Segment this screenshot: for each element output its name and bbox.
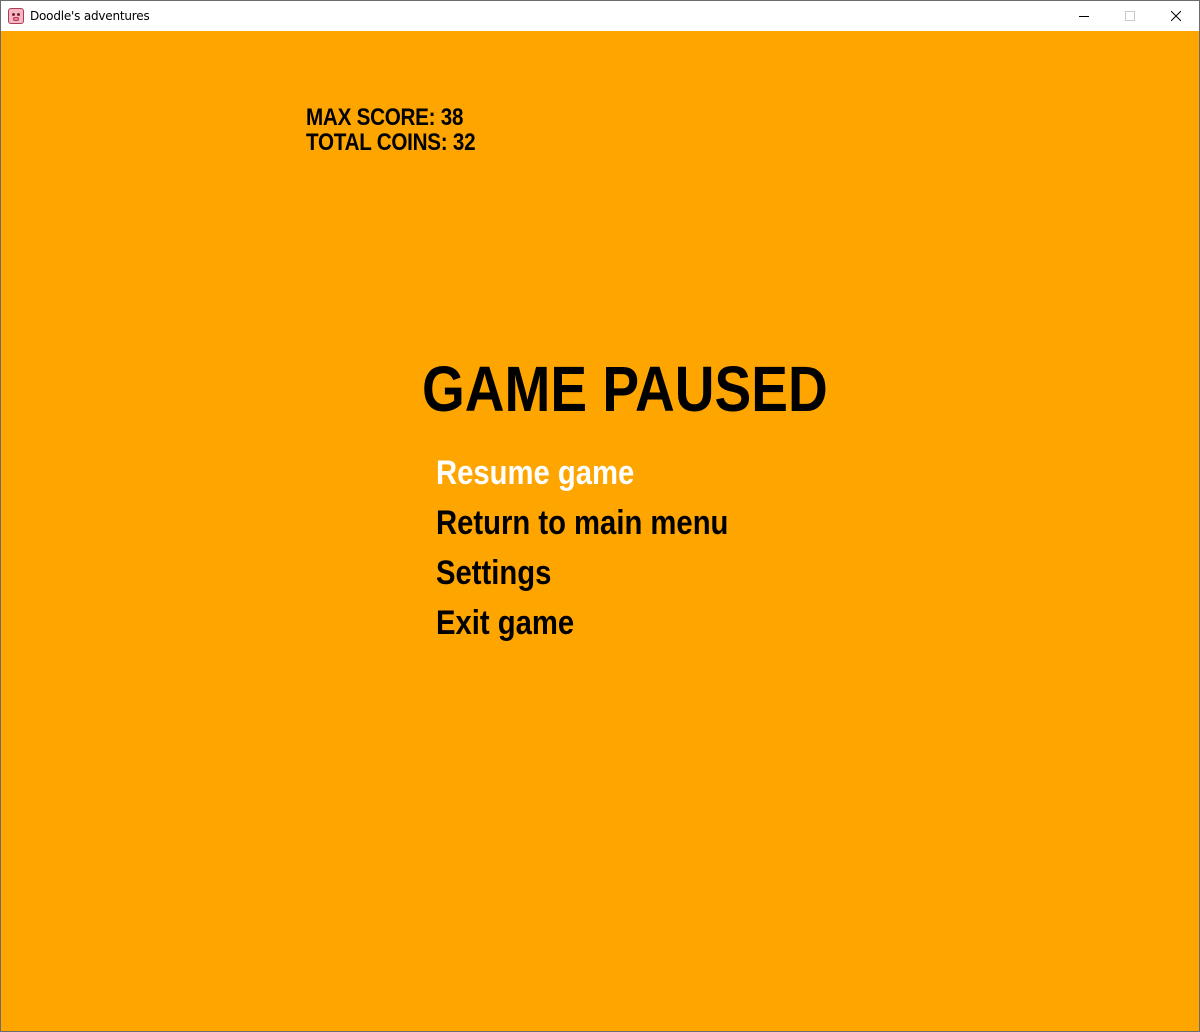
pig-face-icon: [8, 8, 24, 24]
return-to-main-menu-button[interactable]: Return to main menu: [436, 501, 728, 551]
window-controls: [1061, 1, 1199, 31]
settings-button[interactable]: Settings: [436, 551, 728, 601]
minimize-icon: [1079, 16, 1089, 17]
window-title: Doodle's adventures: [30, 9, 150, 23]
app-window: Doodle's adventures MAX SCORE: 38 TOTAL …: [0, 0, 1200, 1032]
total-coins-label: TOTAL COINS: 32: [306, 129, 476, 156]
title-bar[interactable]: Doodle's adventures: [1, 1, 1199, 31]
minimize-button[interactable]: [1061, 1, 1107, 31]
close-icon: [1171, 11, 1181, 21]
max-score-label: MAX SCORE: 38: [306, 104, 464, 131]
pause-menu: Resume game Return to main menu Settings…: [436, 451, 776, 651]
stats-panel: MAX SCORE: 38 TOTAL COINS: 32: [306, 104, 476, 156]
maximize-icon: [1125, 11, 1135, 21]
game-canvas: MAX SCORE: 38 TOTAL COINS: 32 GAME PAUSE…: [1, 31, 1199, 1031]
maximize-button[interactable]: [1107, 1, 1153, 31]
close-button[interactable]: [1153, 1, 1199, 31]
exit-game-button[interactable]: Exit game: [436, 601, 728, 651]
pause-title: GAME PAUSED: [422, 353, 828, 425]
resume-game-button[interactable]: Resume game: [436, 451, 728, 501]
